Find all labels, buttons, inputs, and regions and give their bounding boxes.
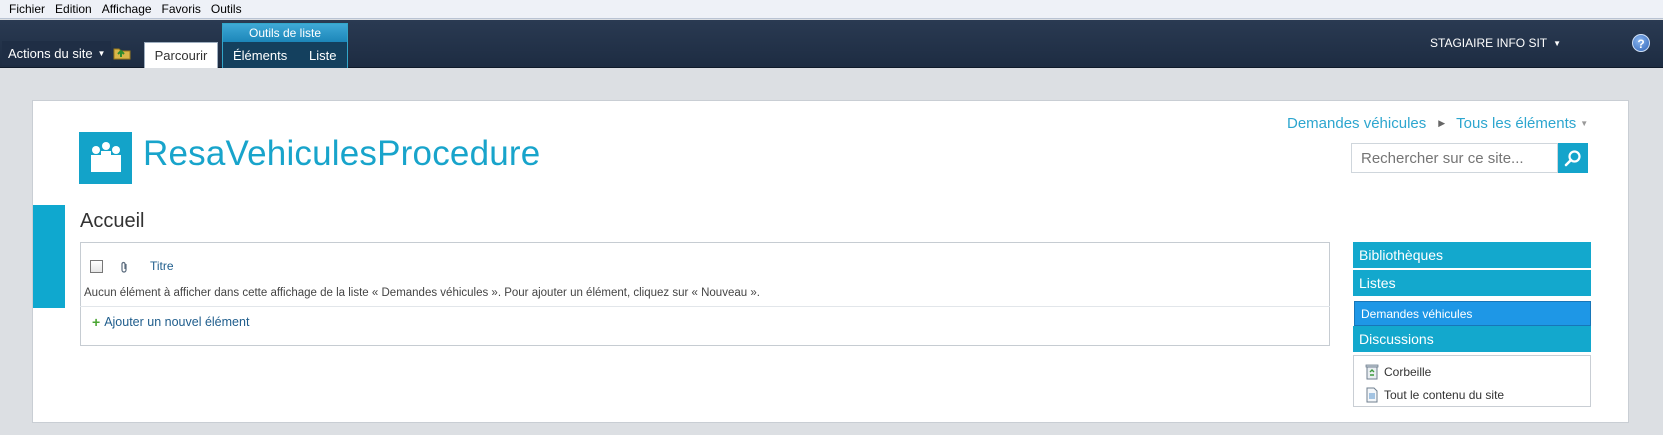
tab-browse[interactable]: Parcourir [144, 42, 218, 68]
recycle-bin-icon [1365, 364, 1379, 380]
tab-items[interactable]: Éléments [233, 48, 287, 63]
add-new-item-label: Ajouter un nouvel élément [104, 315, 250, 329]
quick-launch-lists[interactable]: Listes [1353, 270, 1591, 297]
search-button[interactable] [1558, 143, 1588, 173]
left-accent-bar [33, 205, 65, 308]
quick-launch-libraries[interactable]: Bibliothèques [1353, 242, 1591, 269]
all-site-content-label: Tout le contenu du site [1384, 388, 1505, 402]
quick-launch-discussions[interactable]: Discussions [1353, 326, 1591, 353]
recycle-bin-link[interactable]: Corbeille [1365, 364, 1431, 380]
menu-bar: Fichier Edition Affichage Favoris Outils [0, 0, 1663, 19]
divider [80, 306, 1330, 307]
search-input[interactable] [1351, 143, 1558, 173]
list-tools-group: Outils de liste Éléments Liste [222, 23, 348, 68]
menu-favorites[interactable]: Favoris [157, 0, 206, 18]
menu-view[interactable]: Affichage [97, 0, 157, 18]
column-header-title[interactable]: Titre [150, 259, 174, 273]
chevron-down-icon: ▼ [1553, 38, 1562, 48]
user-menu[interactable]: STAGIAIRE INFO SIT ▼ [1430, 36, 1561, 50]
breadcrumb-view[interactable]: Tous les éléments [1456, 115, 1576, 132]
breadcrumb-separator-icon: ▶ [1438, 118, 1446, 128]
tab-list[interactable]: Liste [309, 48, 336, 63]
menu-edit[interactable]: Edition [50, 0, 97, 18]
chevron-down-icon: ▼ [97, 48, 106, 58]
navigate-up-icon[interactable] [113, 44, 131, 60]
empty-list-message: Aucun élément à afficher dans cette affi… [84, 287, 760, 299]
site-actions-label: Actions du site [8, 45, 93, 61]
ribbon: Actions du site ▼ Parcourir Outils de li… [0, 20, 1663, 68]
site-content-icon [1366, 387, 1378, 403]
search-icon [1564, 150, 1581, 167]
plus-icon: + [92, 314, 101, 330]
quick-launch-item-demandes-vehicules[interactable]: Demandes véhicules [1354, 301, 1591, 326]
menu-file[interactable]: Fichier [4, 0, 50, 18]
site-title[interactable]: ResaVehiculesProcedure [143, 134, 540, 174]
user-name: STAGIAIRE INFO SIT [1430, 36, 1548, 50]
site-actions-menu[interactable]: Actions du site ▼ [2, 41, 112, 65]
help-icon[interactable]: ? [1632, 34, 1650, 52]
select-all-checkbox[interactable] [90, 260, 103, 273]
attachment-icon [120, 261, 129, 279]
page-title: Accueil [80, 210, 145, 232]
chevron-down-icon[interactable]: ▼ [1580, 119, 1588, 128]
breadcrumb: Demandes véhicules ▶ Tous les éléments ▼ [1287, 115, 1588, 132]
recycle-bin-label: Corbeille [1384, 365, 1432, 379]
breadcrumb-list[interactable]: Demandes véhicules [1287, 115, 1426, 132]
all-site-content-link[interactable]: Tout le contenu du site [1365, 387, 1504, 403]
menu-tools[interactable]: Outils [206, 0, 247, 18]
add-new-item-link[interactable]: + Ajouter un nouvel élément [92, 315, 249, 329]
list-tools-title: Outils de liste [223, 24, 347, 42]
site-logo[interactable] [79, 132, 132, 184]
